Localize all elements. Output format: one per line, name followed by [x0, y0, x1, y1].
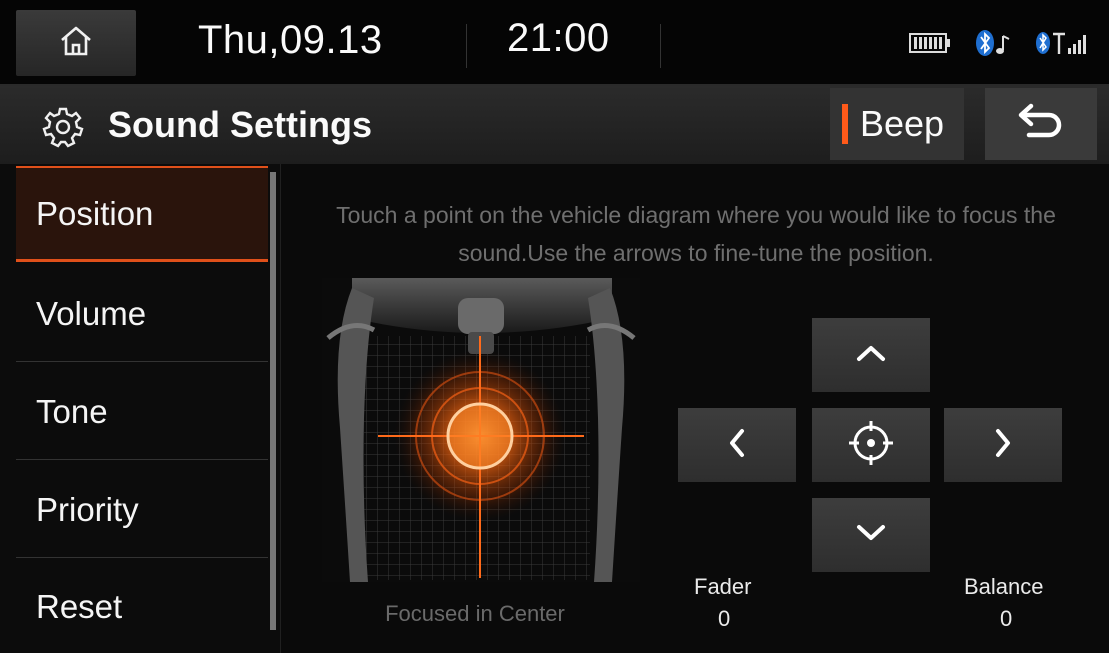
focus-status: Focused in Center — [385, 601, 565, 626]
back-button[interactable] — [985, 88, 1097, 160]
date-display: Thu,09.13 — [198, 18, 383, 62]
bluetooth-audio-icon — [973, 28, 1013, 63]
move-right-button[interactable] — [944, 408, 1062, 482]
fader-value: 0 — [718, 606, 731, 631]
move-left-button[interactable] — [678, 408, 796, 482]
chevron-up-icon — [855, 343, 887, 368]
chevron-left-icon — [727, 427, 747, 464]
beep-toggle-button[interactable]: Beep — [830, 88, 964, 160]
balance-value: 0 — [1000, 606, 1013, 631]
sidebar-item-volume[interactable]: Volume — [16, 266, 268, 362]
center-focus-button[interactable] — [812, 408, 930, 482]
sidebar-item-reset[interactable]: Reset — [16, 560, 268, 653]
divider — [466, 24, 467, 68]
sidebar-item-label: Reset — [36, 587, 123, 625]
move-down-button[interactable] — [812, 498, 930, 572]
bluetooth-signal-icon — [1035, 28, 1091, 63]
divider — [280, 164, 281, 653]
home-button[interactable] — [16, 10, 136, 76]
divider — [660, 24, 661, 68]
back-arrow-icon — [1015, 102, 1067, 147]
sidebar-item-label: Position — [36, 194, 154, 232]
chevron-down-icon — [855, 523, 887, 548]
sidebar-item-tone[interactable]: Tone — [16, 364, 268, 460]
beep-label: Beep — [860, 103, 945, 144]
sidebar-item-label: Tone — [36, 392, 108, 430]
sidebar-item-label: Priority — [36, 490, 139, 528]
sidebar-scrollbar[interactable] — [270, 172, 276, 630]
move-up-button[interactable] — [812, 318, 930, 392]
instruction-text: Touch a point on the vehicle diagram whe… — [336, 202, 1056, 266]
page-title: Sound Settings — [108, 104, 372, 145]
beep-indicator — [842, 104, 848, 144]
balance-label: Balance — [964, 574, 1044, 599]
sidebar-item-position[interactable]: Position — [16, 166, 268, 262]
fader-label: Fader — [694, 574, 752, 599]
chevron-right-icon — [993, 427, 1013, 464]
title-bar: Sound Settings Beep — [0, 86, 1109, 164]
clock-display: 21:00 — [507, 16, 610, 60]
status-bar: Thu,09.13 21:00 — [0, 0, 1109, 86]
vehicle-diagram[interactable] — [322, 278, 640, 582]
crosshair-icon — [845, 417, 897, 474]
gear-icon — [40, 106, 86, 153]
sidebar-item-priority[interactable]: Priority — [16, 462, 268, 558]
sidebar-item-label: Volume — [36, 294, 147, 332]
battery-icon — [909, 32, 951, 59]
home-icon — [59, 25, 93, 62]
